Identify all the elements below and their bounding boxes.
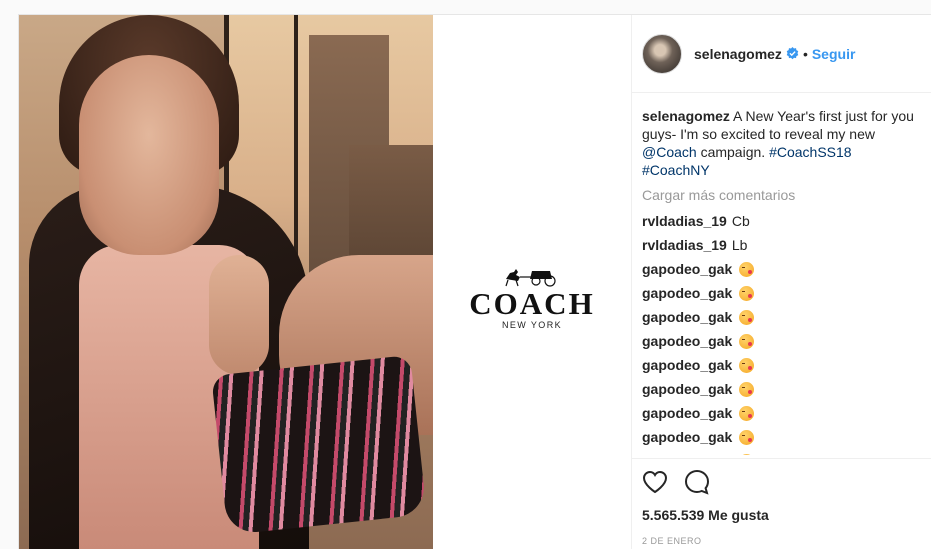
avatar[interactable]	[642, 33, 682, 74]
kiss-emoji-icon	[739, 333, 755, 349]
post-header: selenagomez • Seguir	[632, 15, 931, 93]
post-sidebar: selenagomez • Seguir selenagomez A New Y…	[631, 15, 931, 549]
kiss-emoji-icon	[739, 381, 755, 397]
comment-username[interactable]: gapodeo_gak	[642, 353, 732, 377]
photo-face	[79, 55, 219, 255]
brand-logo: COACH NEW YORK	[433, 265, 631, 345]
likes-count[interactable]: 5.565.539 Me gusta	[642, 507, 923, 523]
comment-text: Lb	[731, 237, 748, 253]
header-username[interactable]: selenagomez	[694, 46, 782, 62]
post-date: 2 DE ENERO	[642, 536, 702, 546]
post-caption: selenagomez A New Year's first just for …	[642, 107, 922, 179]
post-photo	[19, 15, 433, 549]
kiss-emoji-icon	[739, 285, 755, 301]
comment-username[interactable]: rvldadias_19	[642, 233, 727, 257]
follow-button[interactable]: Seguir	[812, 46, 856, 62]
comment-row: gapodeo_gak	[642, 257, 922, 281]
comment-username[interactable]: gapodeo_gak	[642, 377, 732, 401]
comment-text: Cb	[731, 213, 750, 229]
caption-mention-link[interactable]: @Coach	[642, 144, 697, 160]
action-icons	[642, 467, 923, 497]
caption-hashtag-link[interactable]: #CoachNY	[642, 162, 710, 178]
comment-username[interactable]: gapodeo_gak	[642, 257, 732, 281]
comment-row: rvldadias_19 Lb	[642, 233, 922, 257]
comment-username[interactable]: gapodeo_gak	[642, 305, 732, 329]
heart-icon[interactable]	[642, 469, 668, 495]
kiss-emoji-icon	[739, 309, 755, 325]
caption-text: campaign.	[696, 144, 770, 160]
kiss-emoji-icon	[739, 357, 755, 373]
post-card: COACH NEW YORK selenagomez • Seguir sele…	[18, 14, 931, 549]
comment-username[interactable]: gapodeo_gak	[642, 425, 732, 449]
comment-username[interactable]: gapodeo_gak	[642, 401, 732, 425]
comment-row: gapodeo_gak	[642, 329, 922, 353]
comments-list: selenagomez A New Year's first just for …	[632, 93, 931, 455]
page-top-background	[0, 0, 931, 14]
brand-logo-name: COACH	[469, 286, 595, 321]
kiss-emoji-icon	[739, 429, 755, 445]
caption-username[interactable]: selenagomez	[642, 108, 730, 124]
comment-row: gapodeo_gak	[642, 449, 922, 455]
comment-row: gapodeo_gak	[642, 401, 922, 425]
post-actions: 5.565.539 Me gusta 2 DE ENERO	[632, 458, 931, 546]
post-media: COACH NEW YORK	[19, 15, 631, 549]
load-more-comments-button[interactable]: Cargar más comentarios	[642, 187, 922, 203]
kiss-emoji-icon	[739, 261, 755, 277]
comment-row: gapodeo_gak	[642, 425, 922, 449]
horse-carriage-icon	[505, 269, 556, 287]
photo-arm	[209, 255, 269, 375]
comment-row: rvldadias_19 Cb	[642, 209, 922, 233]
photo-handbag	[211, 354, 427, 536]
brand-logo-subtitle: NEW YORK	[501, 320, 563, 330]
comment-row: gapodeo_gak	[642, 377, 922, 401]
comment-row: gapodeo_gak	[642, 353, 922, 377]
header-separator: •	[802, 45, 808, 62]
comment-bubble-icon[interactable]	[684, 469, 710, 495]
comment-username[interactable]: gapodeo_gak	[642, 449, 732, 455]
kiss-emoji-icon	[739, 405, 755, 421]
comment-username[interactable]: gapodeo_gak	[642, 281, 732, 305]
verified-badge-icon	[786, 47, 799, 60]
comment-row: gapodeo_gak	[642, 281, 922, 305]
caption-hashtag-link[interactable]: #CoachSS18	[769, 144, 852, 160]
comment-row: gapodeo_gak	[642, 305, 922, 329]
kiss-emoji-icon	[739, 453, 755, 455]
comment-username[interactable]: rvldadias_19	[642, 209, 727, 233]
comment-username[interactable]: gapodeo_gak	[642, 329, 732, 353]
